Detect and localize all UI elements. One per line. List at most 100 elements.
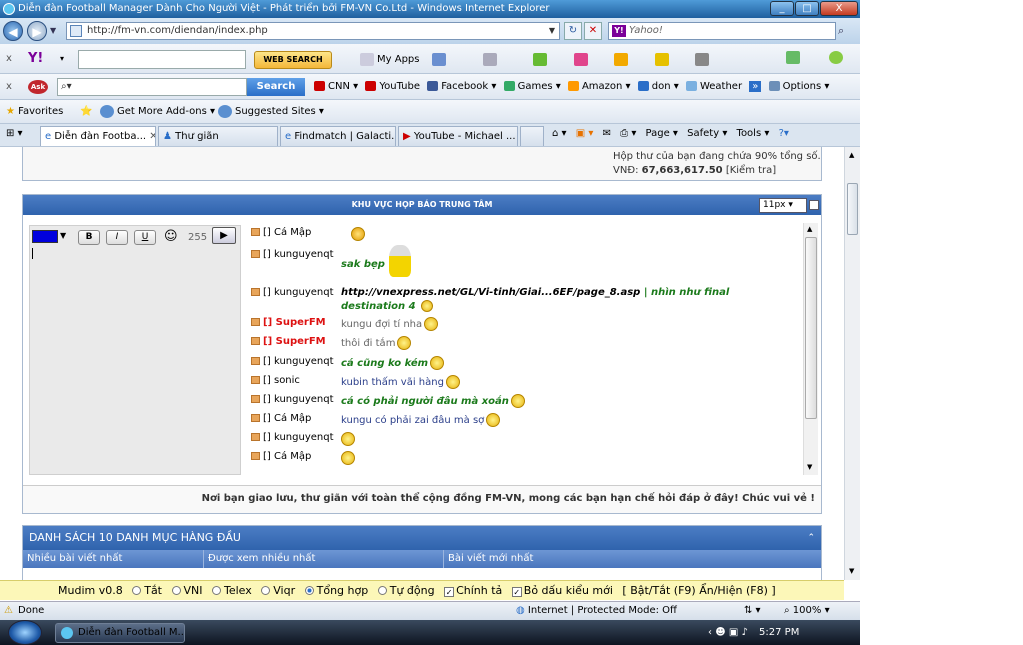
check-link[interactable]: [Kiểm tra] bbox=[726, 165, 776, 176]
network-icon[interactable]: ▣ bbox=[729, 627, 738, 638]
new-tab-button[interactable] bbox=[520, 126, 544, 146]
mudim-option-tu-dong[interactable]: Tự động bbox=[372, 584, 435, 597]
scroll-down-icon[interactable]: ▼ bbox=[807, 463, 812, 471]
checkbox-checked-icon[interactable]: ✓ bbox=[511, 587, 522, 597]
close-toolbar-icon[interactable]: x bbox=[6, 47, 12, 71]
message-user[interactable]: [] Cá Mập bbox=[263, 413, 311, 424]
checkbox-checked-icon[interactable]: ✓ bbox=[444, 587, 455, 597]
volume-icon[interactable]: ♪ bbox=[741, 627, 747, 638]
quick-tabs-icon[interactable]: ⊞ ▾ bbox=[6, 122, 23, 146]
ebay-icon[interactable] bbox=[654, 52, 669, 66]
weather-app-icon[interactable] bbox=[482, 52, 497, 66]
tab-findmatch[interactable]: e Findmatch | Galacti... bbox=[280, 126, 396, 146]
mudim-option-viqr[interactable]: Viqr bbox=[255, 584, 295, 597]
tab-youtube[interactable]: ▶ YouTube - Michael ... bbox=[398, 126, 518, 146]
message-user[interactable]: [] kunguyenqt bbox=[263, 356, 334, 367]
mudim-option-telex[interactable]: Telex bbox=[206, 584, 252, 597]
read-mail-icon[interactable]: ✉ bbox=[603, 128, 611, 139]
options-link[interactable]: Options ▾ bbox=[768, 81, 829, 92]
recent-pages-icon[interactable]: ▼ bbox=[50, 26, 56, 35]
collapse-up-icon[interactable]: ⌃ bbox=[807, 526, 815, 550]
yahoo-toolbar-search-input[interactable] bbox=[78, 50, 246, 69]
close-tab-icon[interactable]: ✕ bbox=[149, 131, 155, 142]
amazon-link[interactable]: Amazon ▾ bbox=[567, 81, 631, 92]
bold-button[interactable]: B bbox=[78, 230, 100, 245]
help-icon[interactable]: ?▾ bbox=[779, 128, 789, 139]
mudim-option-tat[interactable]: Tắt bbox=[126, 584, 162, 597]
yahoo-search-input[interactable]: Y! Yahoo! bbox=[608, 22, 836, 40]
mail-icon[interactable] bbox=[432, 52, 446, 66]
message-user[interactable]: [] Cá Mập bbox=[263, 451, 311, 462]
ask-logo-icon[interactable]: Ask bbox=[28, 80, 48, 94]
ask-search-button[interactable]: Search bbox=[247, 78, 305, 96]
new-accent-checkbox[interactable]: ✓ Bỏ dấu kiểu mới bbox=[506, 584, 613, 597]
news-icon[interactable] bbox=[695, 52, 709, 66]
web-search-button[interactable]: WEB SEARCH bbox=[254, 51, 332, 69]
tray-app-icon[interactable]: ☻ bbox=[715, 627, 725, 638]
message-user[interactable]: [] sonic bbox=[263, 375, 300, 386]
safety-menu[interactable]: Safety ▾ bbox=[687, 128, 727, 139]
url-dropdown-icon[interactable]: ▼ bbox=[549, 23, 555, 39]
youtube-link[interactable]: YouTube bbox=[365, 81, 420, 92]
font-size-select[interactable]: 11px ▾ bbox=[759, 198, 807, 213]
radio-icon[interactable] bbox=[132, 586, 142, 595]
page-scrollbar[interactable]: ▲ ▼ bbox=[844, 147, 860, 580]
refresh-icon[interactable]: ↻ bbox=[564, 22, 582, 40]
radio-icon[interactable] bbox=[171, 586, 181, 595]
yahoo-settings-icon[interactable] bbox=[828, 50, 843, 64]
protected-mode-icon[interactable]: ⇅ ▾ bbox=[744, 602, 761, 620]
add-icon[interactable] bbox=[786, 50, 800, 64]
page-scroll-up-icon[interactable]: ▲ bbox=[849, 151, 854, 159]
message-link[interactable]: http://vnexpress.net/GL/Vi-tinh/Giai...6… bbox=[341, 287, 640, 298]
taskbar-item-ie[interactable]: Diễn đàn Football M... bbox=[55, 623, 185, 643]
message-user[interactable]: [] SuperFM bbox=[263, 317, 326, 328]
collapse-icon[interactable] bbox=[809, 200, 819, 210]
ask-search-input[interactable]: ⌕▾ bbox=[57, 78, 247, 96]
url-input[interactable]: http://fm-vn.com/diendan/index.php ▼ bbox=[66, 22, 560, 40]
italic-button[interactable]: I bbox=[106, 230, 128, 245]
chat-scrollbar[interactable]: ▲ ▼ bbox=[803, 223, 818, 475]
minimize-button[interactable]: _ bbox=[770, 1, 794, 16]
message-user[interactable]: [] kunguyenqt bbox=[263, 287, 334, 298]
print-icon[interactable]: ⎙ ▾ bbox=[620, 128, 636, 139]
yahoo-logo-icon[interactable]: Y! bbox=[28, 47, 43, 71]
games-link[interactable]: Games ▾ bbox=[503, 81, 561, 92]
back-button[interactable]: ◀ bbox=[3, 21, 23, 41]
forward-button[interactable]: ▶ bbox=[27, 21, 47, 41]
message-user[interactable]: [] kunguyenqt bbox=[263, 432, 334, 443]
message-user[interactable]: [] kunguyenqt bbox=[263, 249, 334, 260]
radio-icon[interactable] bbox=[212, 586, 221, 595]
mudim-option-vni[interactable]: VNI bbox=[166, 584, 203, 597]
page-menu[interactable]: Page ▾ bbox=[646, 128, 678, 139]
cnn-link[interactable]: CNN ▾ bbox=[314, 81, 358, 92]
get-more-addons-link[interactable]: Get More Add-ons ▾ bbox=[100, 100, 215, 124]
home-icon[interactable]: ⌂ ▾ bbox=[552, 128, 567, 139]
start-button[interactable] bbox=[8, 620, 42, 645]
stop-icon[interactable]: ✕ bbox=[584, 22, 602, 40]
add-favorites-icon[interactable]: ⭐ bbox=[80, 100, 92, 124]
favorites-button[interactable]: ★ Favorites bbox=[6, 100, 63, 124]
color-dropdown-icon[interactable]: ▼ bbox=[60, 231, 66, 240]
tab-dien-dan[interactable]: e Diễn đàn Footba... ✕ bbox=[40, 126, 156, 146]
flickr-icon[interactable] bbox=[573, 52, 588, 66]
message-user[interactable]: [] Cá Mập bbox=[263, 227, 311, 238]
underline-button[interactable]: U bbox=[134, 230, 156, 245]
feeds-icon[interactable]: ▣ ▾ bbox=[576, 128, 594, 139]
message-user[interactable]: [] SuperFM bbox=[263, 336, 326, 347]
spellcheck-checkbox[interactable]: ✓ Chính tả bbox=[438, 584, 502, 597]
weather-link[interactable]: Weather bbox=[685, 81, 742, 92]
suggested-sites-link[interactable]: Suggested Sites ▾ bbox=[218, 100, 324, 124]
color-swatch[interactable] bbox=[32, 230, 58, 243]
don-link[interactable]: don ▾ bbox=[637, 81, 679, 92]
tray-expand-icon[interactable]: ‹ bbox=[708, 627, 712, 638]
clock[interactable]: 5:27 PM bbox=[759, 627, 799, 638]
page-scroll-thumb[interactable] bbox=[847, 183, 858, 235]
close-ask-toolbar-icon[interactable]: x bbox=[6, 75, 12, 99]
send-button[interactable]: ▶ bbox=[212, 227, 236, 244]
my-apps-button[interactable]: My Apps bbox=[360, 50, 419, 70]
close-button[interactable]: X bbox=[820, 1, 858, 16]
radio-selected-icon[interactable] bbox=[304, 586, 314, 595]
emoticon-icon[interactable]: ☺ bbox=[164, 229, 178, 244]
games-app-icon[interactable] bbox=[614, 52, 628, 66]
yahoo-menu-icon[interactable]: ▾ bbox=[60, 47, 64, 71]
